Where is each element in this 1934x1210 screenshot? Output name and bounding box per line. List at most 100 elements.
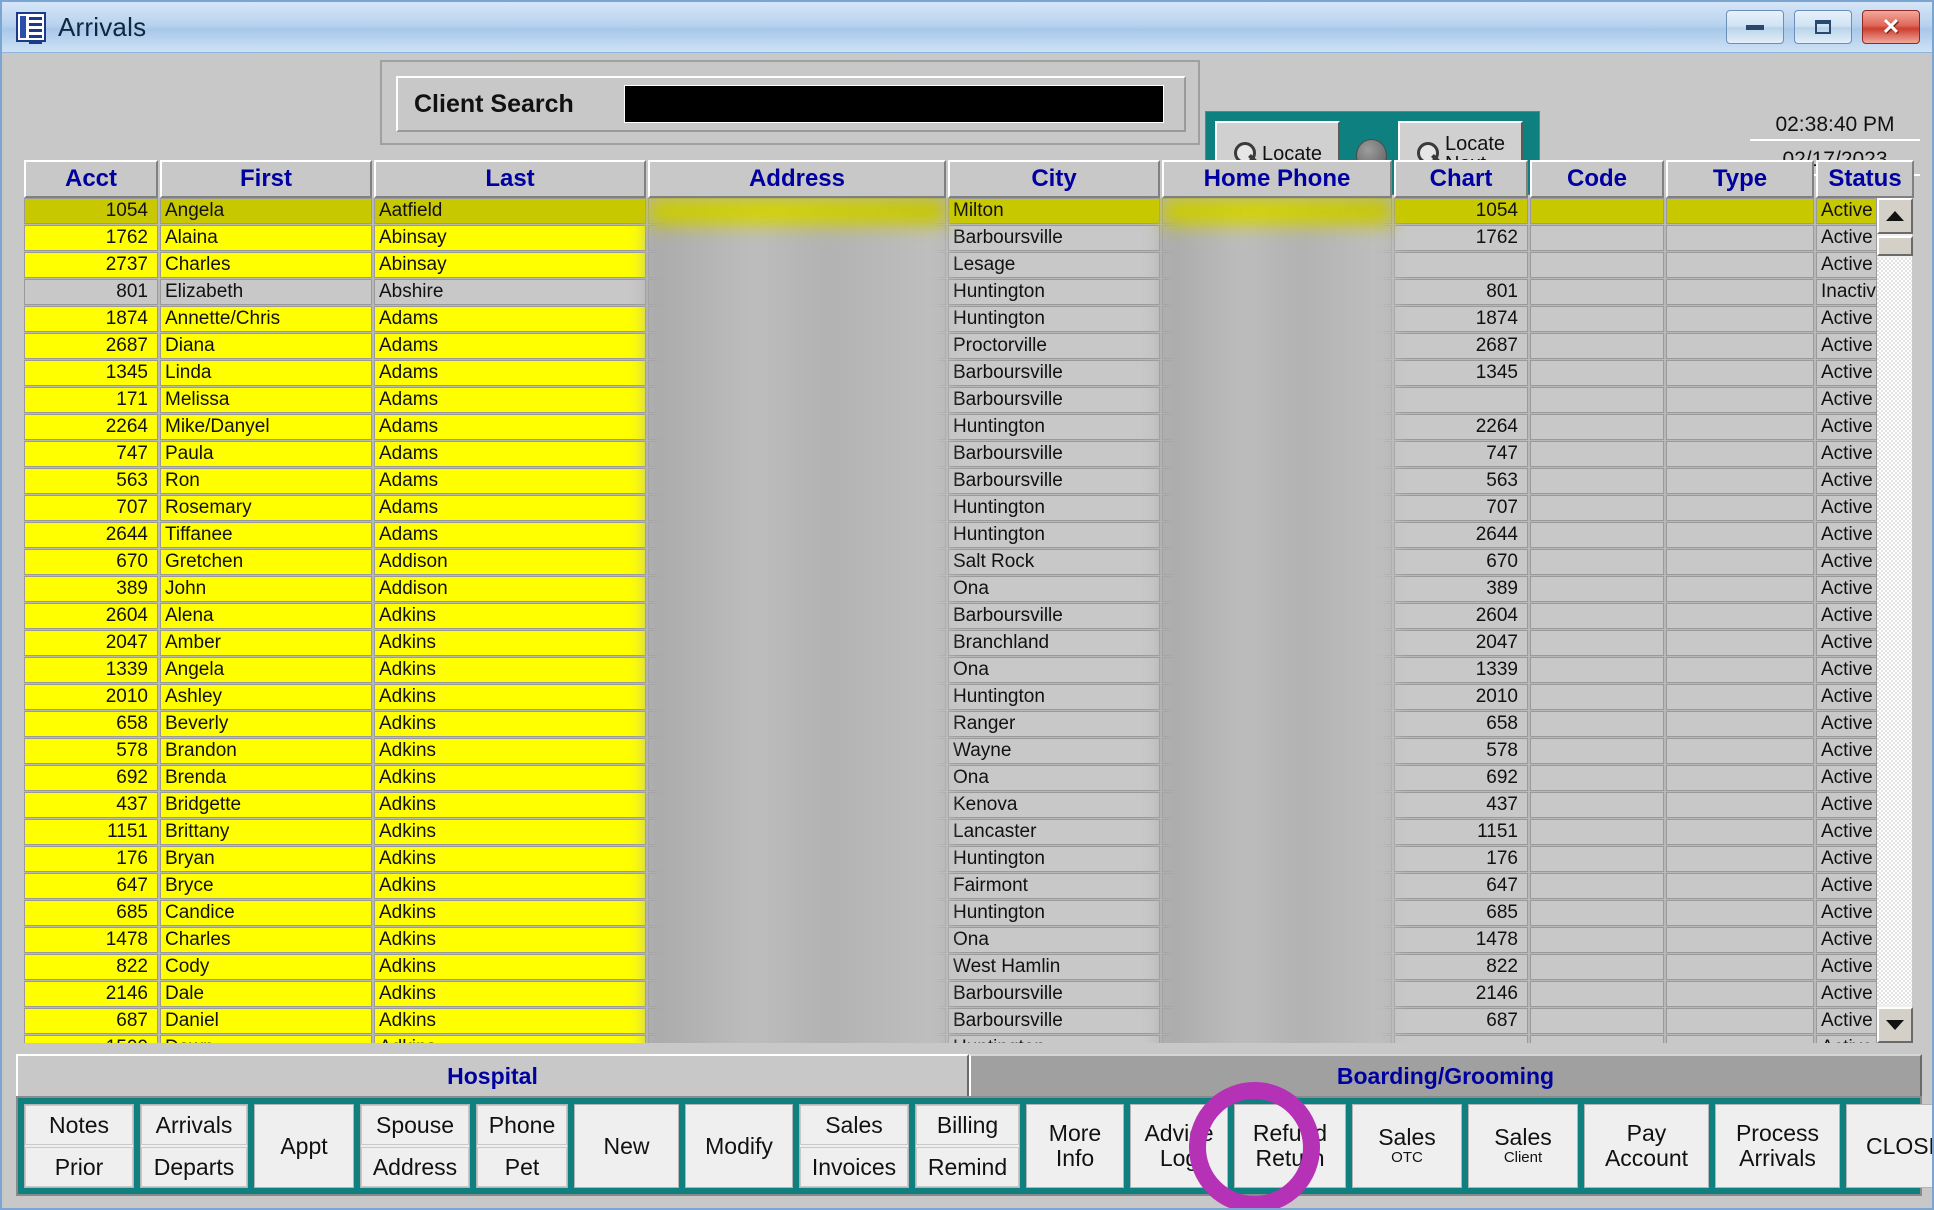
cell-type[interactable] <box>1666 900 1814 926</box>
cell-address[interactable] <box>648 1035 946 1043</box>
cell-city[interactable]: Lancaster <box>948 819 1160 845</box>
table-row[interactable]: 2687 Diana Adams Proctorville 2687 Active <box>24 333 1912 359</box>
table-row[interactable]: 563 Ron Adams Barboursville 563 Active <box>24 468 1912 494</box>
phone-pet-button[interactable]: Phone Pet <box>476 1104 568 1188</box>
cell-code[interactable] <box>1530 495 1664 521</box>
cell-first[interactable]: Gretchen <box>160 549 372 575</box>
cell-chart[interactable]: 685 <box>1394 900 1528 926</box>
cell-phone[interactable] <box>1162 522 1392 548</box>
cell-first[interactable]: Cody <box>160 954 372 980</box>
cell-first[interactable]: Brittany <box>160 819 372 845</box>
cell-code[interactable] <box>1530 630 1664 656</box>
cell-city[interactable]: Barboursville <box>948 360 1160 386</box>
cell-code[interactable] <box>1530 873 1664 899</box>
table-row[interactable]: 658 Beverly Adkins Ranger 658 Active <box>24 711 1912 737</box>
table-row[interactable]: 171 Melissa Adams Barboursville Active <box>24 387 1912 413</box>
cell-chart[interactable]: 176 <box>1394 846 1528 872</box>
table-row[interactable]: 670 Gretchen Addison Salt Rock 670 Active <box>24 549 1912 575</box>
cell-acct[interactable]: 801 <box>24 279 158 305</box>
cell-code[interactable] <box>1530 225 1664 251</box>
cell-last[interactable]: Adkins <box>374 684 646 710</box>
cell-last[interactable]: Addison <box>374 576 646 602</box>
cell-last[interactable]: Adkins <box>374 927 646 953</box>
refund-return-button[interactable]: Refund Return <box>1234 1104 1346 1188</box>
cell-last[interactable]: Abinsay <box>374 252 646 278</box>
cell-first[interactable]: Candice <box>160 900 372 926</box>
cell-last[interactable]: Adkins <box>374 819 646 845</box>
cell-chart[interactable]: 658 <box>1394 711 1528 737</box>
cell-type[interactable] <box>1666 495 1814 521</box>
cell-city[interactable]: Ona <box>948 765 1160 791</box>
cell-phone[interactable] <box>1162 333 1392 359</box>
cell-last[interactable]: Adams <box>374 333 646 359</box>
cell-phone[interactable] <box>1162 981 1392 1007</box>
minimize-button[interactable] <box>1726 10 1784 44</box>
cell-city[interactable]: Huntington <box>948 306 1160 332</box>
cell-first[interactable]: Alaina <box>160 225 372 251</box>
cell-first[interactable]: Charles <box>160 252 372 278</box>
cell-type[interactable] <box>1666 279 1814 305</box>
cell-city[interactable]: Huntington <box>948 279 1160 305</box>
cell-last[interactable]: Adams <box>374 306 646 332</box>
cell-type[interactable] <box>1666 468 1814 494</box>
cell-last[interactable]: Adkins <box>374 873 646 899</box>
cell-city[interactable]: Ona <box>948 576 1160 602</box>
cell-city[interactable]: Branchland <box>948 630 1160 656</box>
cell-last[interactable]: Abshire <box>374 279 646 305</box>
cell-phone[interactable] <box>1162 576 1392 602</box>
process-arrivals-button[interactable]: Process Arrivals <box>1715 1104 1840 1188</box>
cell-address[interactable] <box>648 360 946 386</box>
cell-acct[interactable]: 1874 <box>24 306 158 332</box>
cell-first[interactable]: Daniel <box>160 1008 372 1034</box>
cell-chart[interactable]: 1874 <box>1394 306 1528 332</box>
cell-address[interactable] <box>648 846 946 872</box>
cell-city[interactable]: Barboursville <box>948 441 1160 467</box>
cell-first[interactable]: Tiffanee <box>160 522 372 548</box>
cell-phone[interactable] <box>1162 414 1392 440</box>
cell-first[interactable]: Angela <box>160 198 372 224</box>
cell-first[interactable]: Beverly <box>160 711 372 737</box>
cell-chart[interactable]: 1339 <box>1394 657 1528 683</box>
cell-last[interactable]: Aatfield <box>374 198 646 224</box>
cell-first[interactable]: Bridgette <box>160 792 372 818</box>
cell-phone[interactable] <box>1162 873 1392 899</box>
table-row[interactable]: 685 Candice Adkins Huntington 685 Active <box>24 900 1912 926</box>
cell-address[interactable] <box>648 657 946 683</box>
table-row[interactable]: 2737 Charles Abinsay Lesage Active <box>24 252 1912 278</box>
notes-prior-button[interactable]: Notes Prior <box>24 1104 134 1188</box>
cell-address[interactable] <box>648 333 946 359</box>
cell-type[interactable] <box>1666 387 1814 413</box>
cell-city[interactable]: Milton <box>948 198 1160 224</box>
cell-phone[interactable] <box>1162 1008 1392 1034</box>
grid-header-home-phone[interactable]: Home Phone <box>1162 160 1392 198</box>
cell-type[interactable] <box>1666 1035 1814 1043</box>
cell-city[interactable]: Salt Rock <box>948 549 1160 575</box>
cell-last[interactable]: Adkins <box>374 1035 646 1043</box>
cell-city[interactable]: Huntington <box>948 846 1160 872</box>
cell-last[interactable]: Adkins <box>374 900 646 926</box>
cell-last[interactable]: Adkins <box>374 846 646 872</box>
cell-address[interactable] <box>648 495 946 521</box>
cell-first[interactable]: Diana <box>160 333 372 359</box>
cell-address[interactable] <box>648 765 946 791</box>
cell-city[interactable]: Wayne <box>948 738 1160 764</box>
cell-last[interactable]: Adams <box>374 522 646 548</box>
cell-code[interactable] <box>1530 603 1664 629</box>
cell-code[interactable] <box>1530 981 1664 1007</box>
cell-city[interactable]: Ranger <box>948 711 1160 737</box>
cell-chart[interactable]: 747 <box>1394 441 1528 467</box>
cell-city[interactable]: Proctorville <box>948 333 1160 359</box>
cell-address[interactable] <box>648 738 946 764</box>
cell-chart[interactable]: 2264 <box>1394 414 1528 440</box>
cell-phone[interactable] <box>1162 441 1392 467</box>
cell-acct[interactable]: 692 <box>24 765 158 791</box>
cell-code[interactable] <box>1530 657 1664 683</box>
cell-phone[interactable] <box>1162 603 1392 629</box>
cell-phone[interactable] <box>1162 387 1392 413</box>
cell-address[interactable] <box>648 927 946 953</box>
cell-type[interactable] <box>1666 846 1814 872</box>
cell-code[interactable] <box>1530 198 1664 224</box>
cell-first[interactable]: Alena <box>160 603 372 629</box>
cell-chart[interactable]: 437 <box>1394 792 1528 818</box>
grid-header-last[interactable]: Last <box>374 160 646 198</box>
